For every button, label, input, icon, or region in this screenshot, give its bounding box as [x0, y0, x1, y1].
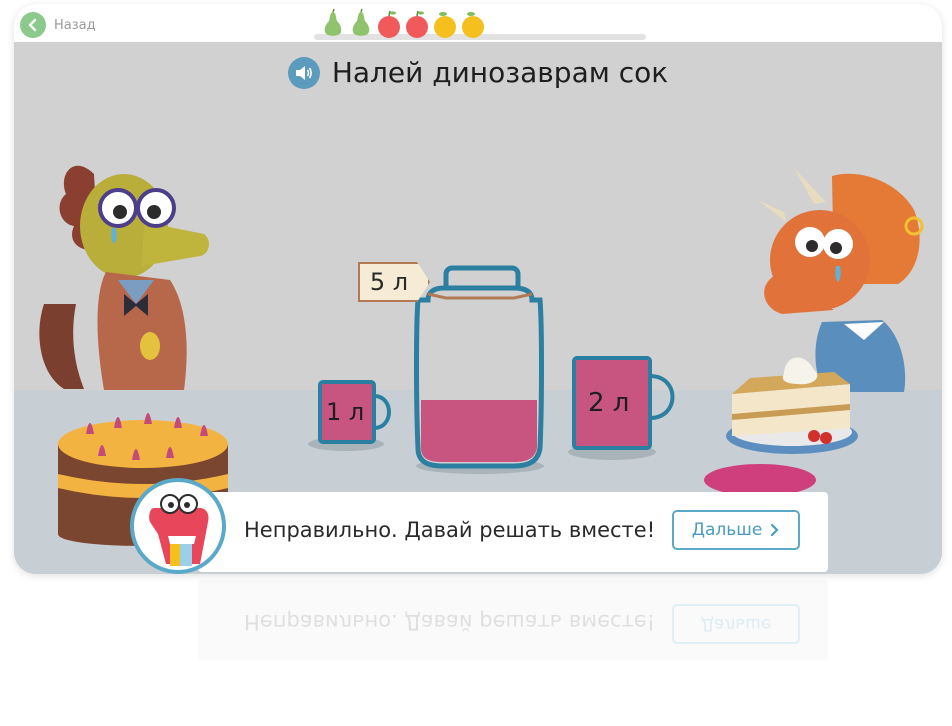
next-button-label: Дальше	[691, 520, 763, 540]
small-cup-label: 1 л	[326, 398, 365, 426]
stage-reflection: Неправильно. Давай решать вместе! Дальше	[14, 580, 942, 726]
exercise-stage: Назад Налей динозаврам сок 5 л 1 л 2 л Н…	[14, 4, 942, 574]
feedback-panel: Неправильно. Давай решать вместе! Дальше	[198, 492, 828, 572]
next-button[interactable]: Дальше	[672, 510, 800, 550]
big-cup-label: 2 л	[588, 388, 630, 418]
triceratops-character	[758, 168, 924, 392]
chevron-right-icon	[771, 523, 779, 537]
reflection-message: Неправильно. Давай решать вместе!	[244, 610, 656, 634]
jar-capacity-label: 5 л	[369, 268, 409, 296]
feedback-message: Неправильно. Давай решать вместе!	[244, 518, 656, 542]
reflection-next-button: Дальше	[672, 604, 800, 644]
crocodile-character	[39, 165, 209, 390]
reflection-next-label: Дальше	[700, 614, 772, 634]
jar-label-tag: 5 л	[358, 262, 430, 302]
juice-jar[interactable]	[414, 265, 544, 474]
mascot-avatar	[130, 478, 226, 574]
